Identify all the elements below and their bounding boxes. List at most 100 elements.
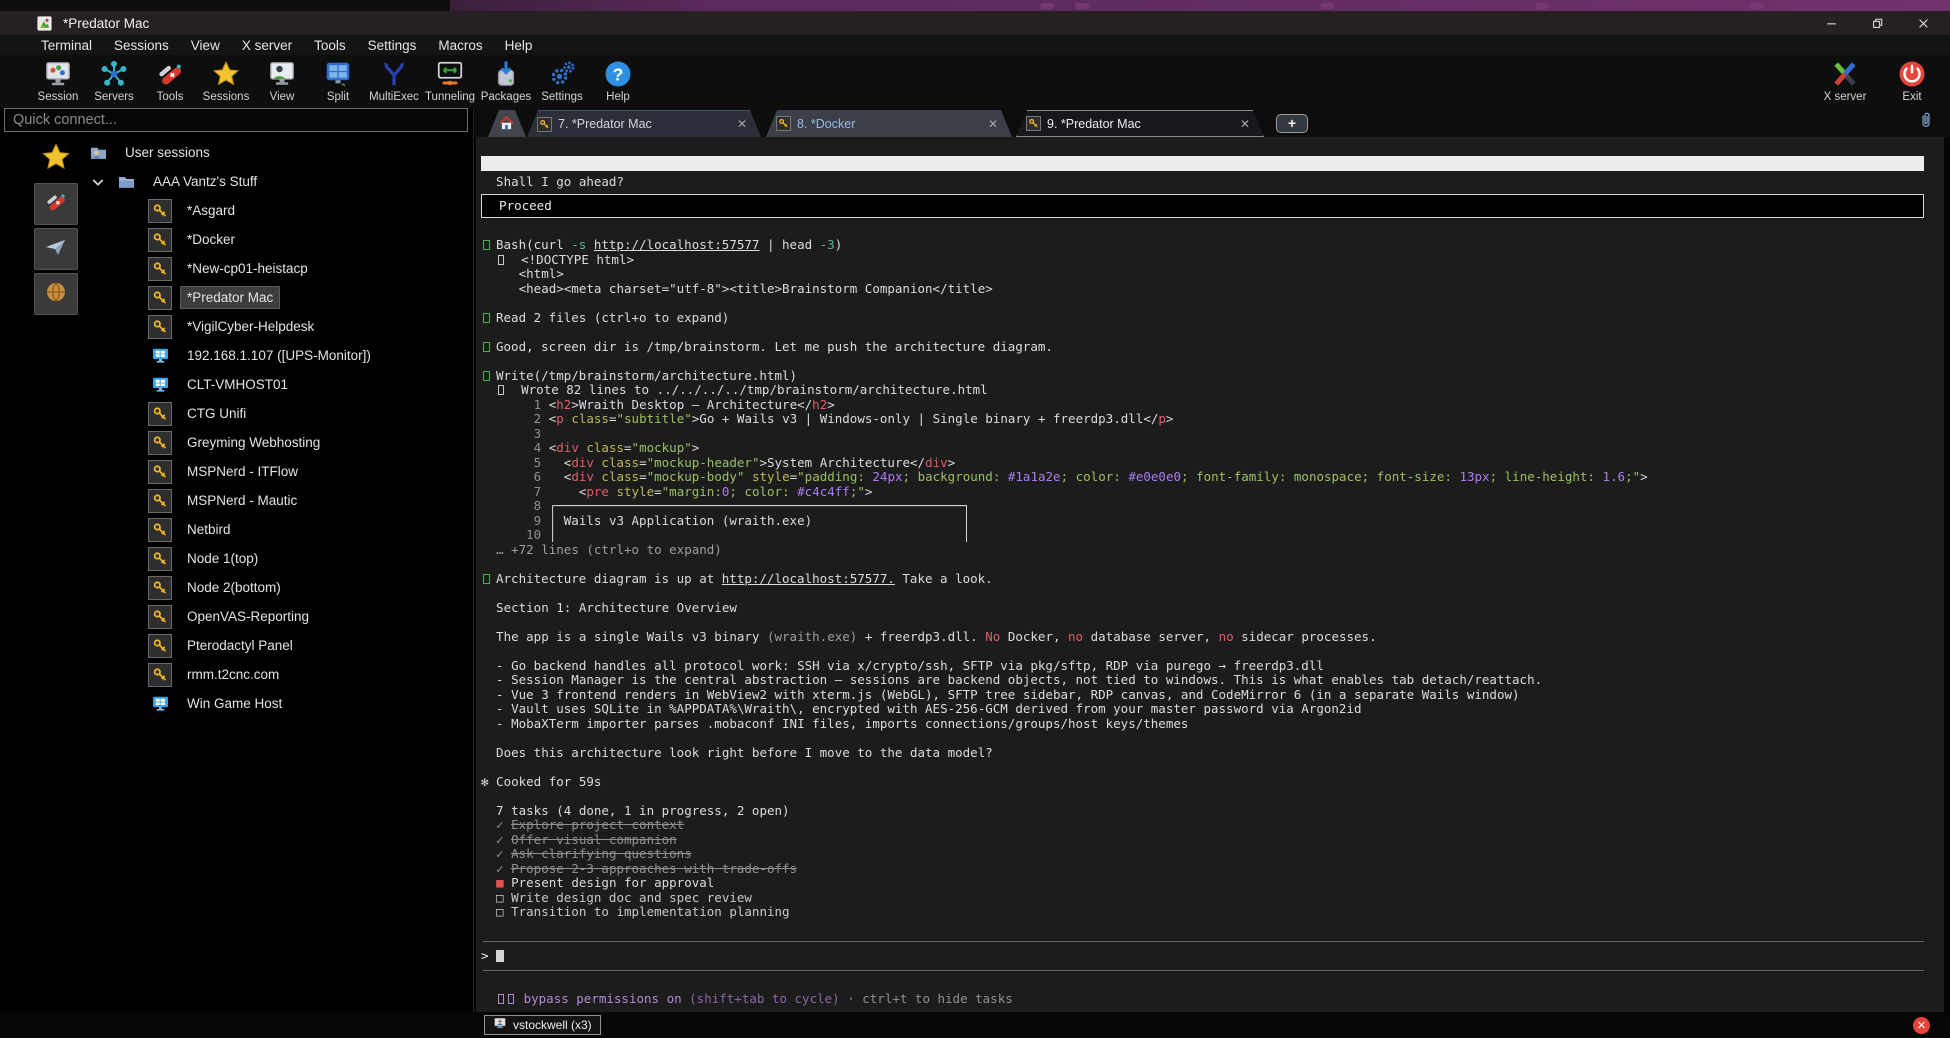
- close-tab-icon[interactable]: ✕: [984, 117, 1002, 131]
- tree-item-label: Node 2(bottom): [181, 577, 287, 598]
- tree-item-pterodactyl-panel[interactable]: Pterodactyl Panel: [82, 631, 471, 660]
- titlebar: *Predator Mac: [0, 11, 1950, 35]
- input-box-border: [481, 934, 1932, 949]
- terminal-line: Write(/tmp/brainstorm/architecture.html): [481, 369, 1932, 384]
- terminal-line: ✓ Explore project context: [481, 818, 1932, 833]
- tree-item-node-2-bottom[interactable]: Node 2(bottom): [82, 573, 471, 602]
- sidebar-web-sessions-tab[interactable]: [34, 273, 78, 315]
- menu-x-server[interactable]: X server: [231, 36, 303, 55]
- terminal-line: ✓ Propose 2-3 approaches with trade-offs: [481, 862, 1932, 877]
- menu-tools[interactable]: Tools: [303, 36, 357, 55]
- toolbar-help-button[interactable]: ?Help: [590, 57, 646, 103]
- view-user-icon: [267, 59, 297, 89]
- toolbar-multiexec-button[interactable]: MultiExec: [366, 57, 422, 103]
- toolbar-sessions-button[interactable]: Sessions: [198, 57, 254, 103]
- terminal-line: 1 <h2>Wraith Desktop — Architecture</h2>: [481, 398, 1932, 413]
- bottom-session-button[interactable]: vstockwell (x3): [484, 1015, 601, 1035]
- tree-item-label: *Asgard: [181, 200, 241, 221]
- close-tab-icon[interactable]: ✕: [1236, 117, 1254, 131]
- maximize-button[interactable]: [1860, 11, 1894, 35]
- tree-item-openvas-reporting[interactable]: OpenVAS-Reporting: [82, 602, 471, 631]
- toolbar-tunneling-button[interactable]: Tunneling: [422, 57, 478, 103]
- toolbar-session-button[interactable]: Session: [30, 57, 86, 103]
- toolbar-label: Exit: [1884, 91, 1940, 103]
- tab-7-predator-mac[interactable]: 7. *Predator Mac✕: [527, 110, 761, 137]
- quick-connect-input[interactable]: [4, 108, 468, 132]
- tree-item-mspnerd-mautic[interactable]: MSPNerd - Mautic: [82, 486, 471, 515]
- sidebar-sessions-tab[interactable]: [34, 228, 78, 270]
- tree-item-label: MSPNerd - ITFlow: [181, 461, 304, 482]
- tree-item-predator-mac[interactable]: *Predator Mac: [82, 283, 471, 312]
- toolbar-tools-button[interactable]: Tools: [142, 57, 198, 103]
- terminal-line: <!DOCTYPE html>: [481, 253, 1932, 268]
- close-tab-icon[interactable]: ✕: [733, 117, 751, 131]
- toolbar-label: Settings: [534, 91, 590, 103]
- paperclip-icon[interactable]: [1916, 111, 1936, 135]
- toolbar-packages-button[interactable]: Packages: [478, 57, 534, 103]
- menu-macros[interactable]: Macros: [427, 36, 493, 55]
- result-elbow-icon: [498, 255, 504, 265]
- tree-item-new-cp01-heistacp[interactable]: *New-cp01-heistacp: [82, 254, 471, 283]
- tab-8-docker[interactable]: 8. *Docker✕: [766, 110, 1012, 137]
- close-button[interactable]: [1906, 11, 1940, 35]
- user-monitor-icon: [493, 1016, 513, 1035]
- terminal-line: [481, 978, 1932, 993]
- menu-help[interactable]: Help: [494, 36, 544, 55]
- tree-item-rmm-t2cnc-com[interactable]: rmm.t2cnc.com: [82, 660, 471, 689]
- new-tab-button[interactable]: +: [1276, 114, 1308, 133]
- tree-item-clt-vmhost01[interactable]: CLT-VMHOST01: [82, 370, 471, 399]
- terminal-screen[interactable]: Shall I go ahead? ProceedBash(curl -s ht…: [476, 137, 1944, 1012]
- toolbar-x-server-button[interactable]: X server: [1817, 57, 1873, 103]
- tree-item-label: Greyming Webhosting: [181, 432, 326, 453]
- window-title: *Predator Mac: [63, 16, 149, 31]
- toolbar-split-button[interactable]: Split: [310, 57, 366, 103]
- tree-item-node-1-top[interactable]: Node 1(top): [82, 544, 471, 573]
- menu-terminal[interactable]: Terminal: [30, 36, 103, 55]
- paper-plane-icon: [44, 235, 68, 264]
- close-terminal-icon[interactable]: ✕: [1913, 1017, 1930, 1034]
- proceed-option[interactable]: Proceed: [481, 194, 1924, 218]
- packages-icon: [491, 59, 521, 89]
- toolbar-view-button[interactable]: View: [254, 57, 310, 103]
- tree-item-ctg-unifi[interactable]: CTG Unifi: [82, 399, 471, 428]
- chevron-down-icon[interactable]: [90, 174, 106, 190]
- swiss-knife-icon: [155, 59, 185, 89]
- tree-item-192-168-1-107-ups-monitor[interactable]: 192.168.1.107 ([UPS-Monitor]): [82, 341, 471, 370]
- minimize-button[interactable]: [1814, 11, 1848, 35]
- tree-item-netbird[interactable]: Netbird: [82, 515, 471, 544]
- tab-home[interactable]: [488, 110, 526, 137]
- sidebar-favorites-tab[interactable]: [34, 138, 78, 180]
- tree-item-asgard[interactable]: *Asgard: [82, 196, 471, 225]
- tree-item-greyming-webhosting[interactable]: Greyming Webhosting: [82, 428, 471, 457]
- tree-item-win-game-host[interactable]: Win Game Host: [82, 689, 471, 718]
- toolbar-servers-button[interactable]: Servers: [86, 57, 142, 103]
- menu-sessions[interactable]: Sessions: [103, 36, 180, 55]
- terminal-line: Section 1: Architecture Overview: [481, 601, 1932, 616]
- key-icon: [776, 116, 791, 131]
- tree-item-user-sessions[interactable]: User sessions: [82, 138, 471, 167]
- toolbar-settings-button[interactable]: Settings: [534, 57, 590, 103]
- terminal-line: 3: [481, 427, 1932, 442]
- sidebar-tools-tab[interactable]: [34, 183, 78, 225]
- terminal-line: [481, 354, 1932, 369]
- tab-9-predator-mac[interactable]: 9. *Predator Mac✕: [1016, 110, 1264, 137]
- tree-item-docker[interactable]: *Docker: [82, 225, 471, 254]
- terminal-line: 7 tasks (4 done, 1 in progress, 2 open): [481, 804, 1932, 819]
- tree-item-label: *Predator Mac: [181, 287, 279, 308]
- tree-item-vigilcyber-helpdesk[interactable]: *VigilCyber-Helpdesk: [82, 312, 471, 341]
- toolbar-label: Split: [310, 91, 366, 103]
- toolbar-exit-button[interactable]: Exit: [1884, 57, 1940, 103]
- menu-settings[interactable]: Settings: [357, 36, 428, 55]
- tool-bullet-icon: [483, 371, 490, 381]
- tree-item-aaa-vantz-s-stuff[interactable]: AAA Vantz's Stuff: [82, 167, 471, 196]
- terminal-line: [481, 731, 1932, 746]
- menu-view[interactable]: View: [180, 36, 231, 55]
- servers-network-icon: [99, 59, 129, 89]
- terminal-line: … +72 lines (ctrl+o to expand): [481, 543, 1932, 558]
- bottom-status-bar: vstockwell (x3) ✕: [0, 1012, 1950, 1038]
- key-icon: [148, 228, 172, 252]
- terminal-line: >: [481, 949, 1932, 964]
- glyph-box-icon: [498, 994, 504, 1004]
- terminal-line: 6 <div class="mockup-body" style="paddin…: [481, 470, 1932, 485]
- tree-item-mspnerd-itflow[interactable]: MSPNerd - ITFlow: [82, 457, 471, 486]
